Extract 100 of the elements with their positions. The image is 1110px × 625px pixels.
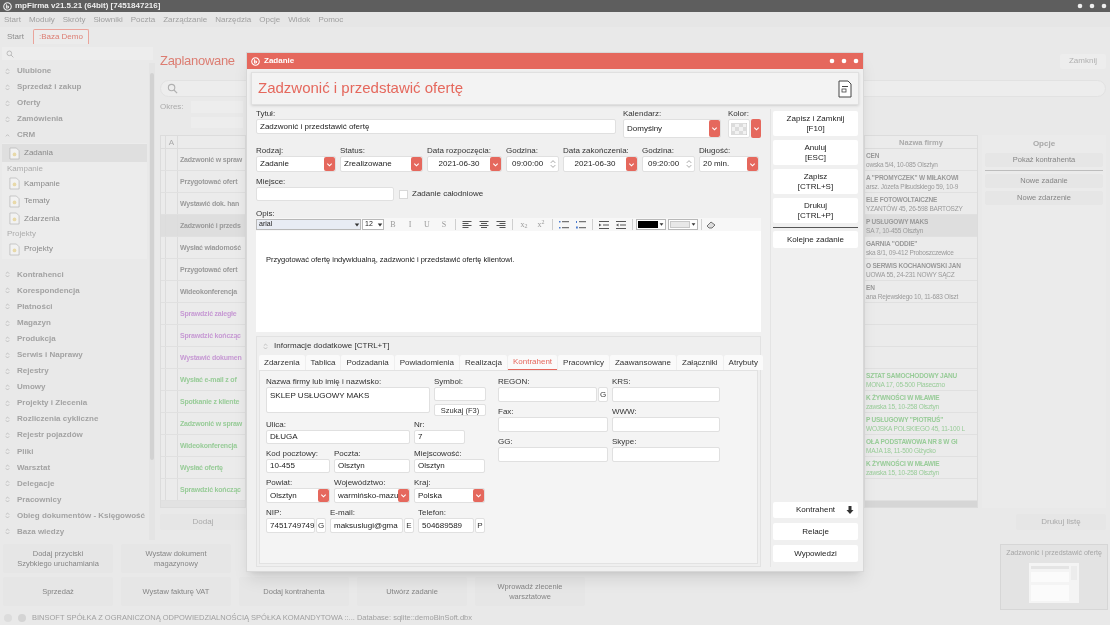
text-field[interactable]: 7451749749 [266,518,315,533]
dropdown[interactable]: Polska [414,488,485,503]
outdent-icon[interactable] [613,220,629,229]
spinner-icon[interactable] [686,159,692,169]
tab[interactable]: Podzadania [341,355,394,370]
dropdown[interactable]: 20 min. [699,156,759,172]
search-field[interactable] [2,47,153,60]
tab[interactable]: Załączniki [677,355,723,370]
tab[interactable]: Pracownicy [558,355,609,370]
sidebar-group[interactable]: Produkcja [0,331,149,348]
time-field[interactable]: 09:20:00 [642,156,695,172]
dropdown[interactable]: 2021-06-30 [563,156,638,172]
sidebar-group[interactable]: Warsztat [0,459,149,476]
text-field[interactable]: Zadzwonić i przedstawić ofertę [256,119,616,134]
tab[interactable]: Zaawansowane [609,355,676,370]
sidebar-group[interactable]: Rejestr pojazdów [0,427,149,444]
color-picker[interactable] [728,119,761,138]
indent-icon[interactable] [596,220,612,229]
menu-item[interactable]: Skróty [62,13,86,26]
menu-item[interactable]: Pomoc [318,13,344,26]
action-button[interactable]: Anuluj [ESC] [773,140,858,165]
sidebar-item[interactable]: Projekty [2,240,147,258]
dropdown[interactable]: Zadanie [256,156,336,172]
section-header[interactable]: Informacje dodatkowe [CTRL+T] [259,337,758,355]
sidebar-group[interactable]: Umowy [0,379,149,396]
tab[interactable]: :Baza Demo [32,29,89,44]
format-button[interactable]: x$^{2}$ [533,218,549,231]
text-field[interactable]: DŁUGA [266,430,410,444]
text-field[interactable]: Olsztyn [334,459,410,473]
menu-item[interactable]: Moduły [28,13,55,26]
tab[interactable]: Tablica [305,355,341,370]
dropdown[interactable]: Olsztyn [266,488,330,503]
text-area[interactable]: SKLEP USŁUGOWY MAKS [266,387,430,413]
menu-item[interactable]: Poczta [130,13,156,26]
dots-icon[interactable] [829,58,859,64]
numbered-list-icon[interactable] [573,220,589,229]
text-field[interactable] [434,387,486,401]
scrollbar[interactable] [865,501,977,507]
sidebar-group[interactable]: Kontrahenci [0,266,149,283]
sidebar-item[interactable]: Zdarzenia [2,209,147,228]
spinner-icon[interactable] [550,159,556,169]
time-field[interactable]: 09:00:00 [506,156,559,172]
sidebar-group[interactable]: Płatności [0,298,149,315]
dots-icon[interactable] [1077,3,1107,9]
dropdown[interactable]: Zrealizowane [340,156,423,172]
text-field[interactable]: maksuslugi@gma [330,518,403,533]
action-button[interactable]: Relacje [773,523,858,540]
sidebar-group[interactable]: Pliki [0,443,149,460]
sidebar-group[interactable]: Pracownicy [0,491,149,508]
dropdown[interactable]: warmińsko-mazu [334,488,410,503]
format-button[interactable]: S [436,218,452,231]
next-task-button[interactable]: Kolejne zadanie [773,231,858,248]
sidebar-group[interactable]: Korespondencja [0,282,149,299]
sidebar-group[interactable]: Magazyn [0,315,149,332]
dropdown[interactable]: Domyślny [623,119,721,138]
tab[interactable]: Realizacja [460,355,507,370]
sidebar-item[interactable]: Zadania [2,144,147,162]
bullet-list-icon[interactable] [556,220,572,229]
text-field[interactable] [612,387,720,402]
menu-item[interactable]: Widok [288,13,311,26]
text-field[interactable]: 7 [414,430,465,444]
text-field[interactable] [256,187,394,201]
format-button[interactable]: x$_{2}$ [516,218,532,231]
action-button[interactable]: Zapisz i Zamknij [F10] [773,111,858,136]
sidebar-group[interactable]: Ulubione [0,63,149,80]
sidebar-group[interactable]: CRM [0,127,149,144]
tab[interactable]: Start [2,29,29,44]
column-header[interactable]: A [166,136,178,148]
tab[interactable]: Powiadomienia [394,355,459,370]
format-button[interactable]: B [385,218,401,231]
text-field[interactable] [498,387,597,402]
tab[interactable]: Zdarzenia [259,355,305,370]
menu-item[interactable]: Start [4,13,21,26]
text-field[interactable]: 504689589 [418,518,474,533]
sidebar-group[interactable]: Sprzedaż i zakup [0,79,149,96]
sidebar-item[interactable]: Tematy [2,192,147,210]
tab[interactable]: Atrybuty [723,355,763,370]
eraser-icon[interactable] [705,220,717,229]
menu-item[interactable]: Narzędzia [215,13,252,26]
action-button[interactable]: Zapisz [CTRL+S] [773,169,858,194]
action-button[interactable]: Wypowiedzi [773,545,858,562]
menu-item[interactable]: Słowniki [93,13,123,26]
contractor-menu-button[interactable]: Kontrahent [773,502,858,518]
sidebar-group[interactable]: Obieg dokumentów - Księgowość [0,507,149,524]
sidebar-group[interactable]: Rozliczenia cykliczne [0,411,149,428]
text-field[interactable] [498,417,608,432]
lookup-button[interactable]: E [404,518,414,533]
sidebar-group[interactable]: Baza wiedzy [0,523,149,540]
menu-item[interactable]: Zarządzanie [163,13,208,26]
text-field[interactable] [612,447,720,462]
sidebar-item[interactable]: Kampanie [2,174,147,193]
lookup-button[interactable]: G [316,518,326,533]
lookup-button[interactable]: G [598,387,608,402]
text-field[interactable] [498,447,608,462]
format-button[interactable]: I [402,218,418,231]
sidebar-group[interactable]: Zamówienia [0,111,149,128]
tab[interactable]: Kontrahent [507,355,558,370]
action-button[interactable]: Drukuj [CTRL+P] [773,198,858,223]
text-field[interactable]: Olsztyn [414,459,485,473]
sidebar-group[interactable]: Rejestry [0,363,149,380]
